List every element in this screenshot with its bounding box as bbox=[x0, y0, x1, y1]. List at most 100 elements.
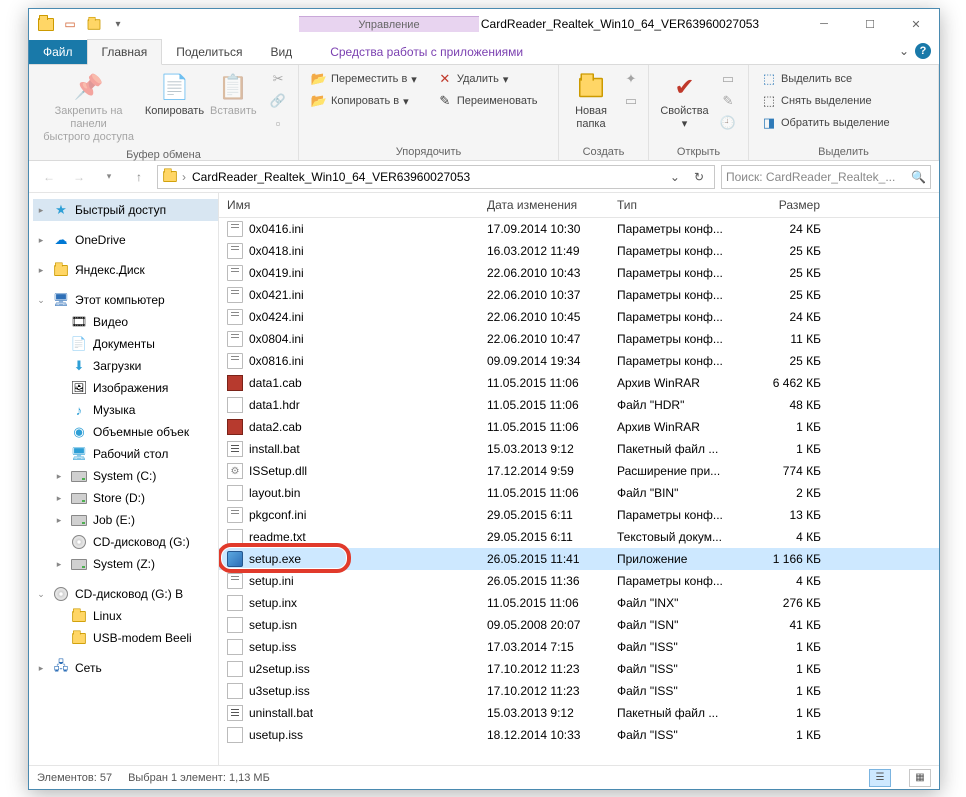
nav-thispc[interactable]: ⌄🖥Этот компьютер bbox=[33, 289, 218, 311]
delete-button[interactable]: ✕Удалить ▾ bbox=[433, 69, 542, 89]
edit-button[interactable]: ✎ bbox=[716, 91, 740, 111]
column-name[interactable]: Имя bbox=[219, 193, 479, 217]
breadcrumb-dropdown-icon[interactable]: ⌄ bbox=[664, 170, 686, 184]
nav-forward-button[interactable]: → bbox=[67, 165, 91, 189]
file-row[interactable]: install.bat15.03.2013 9:12Пакетный файл … bbox=[219, 438, 939, 460]
copy-icon: 📄 bbox=[158, 71, 190, 103]
nav-drive-c[interactable]: ▸System (C:) bbox=[33, 465, 218, 487]
nav-up-button[interactable]: ↑ bbox=[127, 165, 151, 189]
view-largeicons-button[interactable]: ▦ bbox=[909, 769, 931, 787]
file-row[interactable]: 0x0416.ini17.09.2014 10:30Параметры конф… bbox=[219, 218, 939, 240]
nav-back-button[interactable]: ← bbox=[37, 165, 61, 189]
tab-app-tools[interactable]: Средства работы с приложениями bbox=[316, 40, 537, 64]
file-row[interactable]: data1.cab11.05.2015 11:06Архив WinRAR6 4… bbox=[219, 372, 939, 394]
nav-3dobjects[interactable]: ◉Объемные объек bbox=[33, 421, 218, 443]
file-row[interactable]: pkgconf.ini29.05.2015 6:11Параметры конф… bbox=[219, 504, 939, 526]
qat-newfolder-icon[interactable] bbox=[83, 13, 105, 35]
tab-file[interactable]: Файл bbox=[29, 40, 87, 64]
nav-network[interactable]: ▸🖧Сеть bbox=[33, 657, 218, 679]
file-row[interactable]: readme.txt29.05.2015 6:11Текстовый докум… bbox=[219, 526, 939, 548]
refresh-button[interactable]: ↻ bbox=[688, 170, 710, 184]
file-row[interactable]: setup.ini26.05.2015 11:36Параметры конф.… bbox=[219, 570, 939, 592]
copy-button[interactable]: 📄 Копировать bbox=[144, 69, 204, 120]
file-row[interactable]: uninstall.bat15.03.2013 9:12Пакетный фай… bbox=[219, 702, 939, 724]
selectall-button[interactable]: ⬚Выделить все bbox=[757, 69, 894, 89]
file-row[interactable]: u3setup.iss17.10.2012 11:23Файл "ISS"1 К… bbox=[219, 680, 939, 702]
nav-drive-d[interactable]: ▸Store (D:) bbox=[33, 487, 218, 509]
file-row[interactable]: data1.hdr11.05.2015 11:06Файл "HDR"48 КБ bbox=[219, 394, 939, 416]
ribbon-chevron-icon[interactable]: ⌄ bbox=[899, 44, 909, 58]
drive-icon bbox=[71, 468, 87, 484]
file-row[interactable]: 0x0424.ini22.06.2010 10:45Параметры конф… bbox=[219, 306, 939, 328]
newfolder-button[interactable]: Новая папка bbox=[567, 69, 615, 133]
column-type[interactable]: Тип bbox=[609, 193, 739, 217]
file-row[interactable]: 0x0816.ini09.09.2014 19:34Параметры конф… bbox=[219, 350, 939, 372]
cut-button[interactable]: ✂ bbox=[266, 69, 290, 89]
file-row[interactable]: data2.cab11.05.2015 11:06Архив WinRAR1 К… bbox=[219, 416, 939, 438]
file-icon bbox=[227, 441, 243, 457]
file-row[interactable]: 0x0419.ini22.06.2010 10:43Параметры конф… bbox=[219, 262, 939, 284]
breadcrumb-folder[interactable]: CardReader_Realtek_Win10_64_VER639600270… bbox=[190, 170, 472, 184]
view-details-button[interactable]: ☰ bbox=[869, 769, 891, 787]
file-date: 11.05.2015 11:06 bbox=[479, 418, 609, 436]
nav-usbmodem[interactable]: USB-modem Beeli bbox=[33, 627, 218, 649]
tab-view[interactable]: Вид bbox=[256, 40, 306, 64]
maximize-button[interactable]: ☐ bbox=[847, 9, 893, 39]
help-icon[interactable]: ? bbox=[915, 43, 931, 59]
nav-music[interactable]: ♪Музыка bbox=[33, 399, 218, 421]
nav-drive-z[interactable]: ▸System (Z:) bbox=[33, 553, 218, 575]
breadcrumb[interactable]: › CardReader_Realtek_Win10_64_VER6396002… bbox=[157, 165, 715, 189]
nav-videos[interactable]: 🎞Видео bbox=[33, 311, 218, 333]
nav-recent-button[interactable]: ▾ bbox=[97, 165, 121, 189]
properties-button[interactable]: ✔ Свойства▾ bbox=[657, 69, 712, 133]
invert-button[interactable]: ◨Обратить выделение bbox=[757, 113, 894, 133]
close-button[interactable]: ✕ bbox=[893, 9, 939, 39]
chevron-right-icon[interactable]: › bbox=[182, 170, 186, 184]
nav-quickaccess[interactable]: ▸★Быстрый доступ bbox=[33, 199, 218, 221]
column-size[interactable]: Размер bbox=[739, 193, 829, 217]
nav-downloads[interactable]: ⬇Загрузки bbox=[33, 355, 218, 377]
file-row[interactable]: setup.isn09.05.2008 20:07Файл "ISN"41 КБ bbox=[219, 614, 939, 636]
desktop-icon: 🖥 bbox=[71, 446, 87, 462]
selectnone-button[interactable]: ⬚Снять выделение bbox=[757, 91, 894, 111]
nav-cd-g[interactable]: CD-дисковод (G:) bbox=[33, 531, 218, 553]
file-date: 26.05.2015 11:36 bbox=[479, 572, 609, 590]
qat-customize-icon[interactable]: ▾ bbox=[107, 13, 129, 35]
file-row[interactable]: usetup.iss18.12.2014 10:33Файл "ISS"1 КБ bbox=[219, 724, 939, 746]
file-row[interactable]: setup.iss17.03.2014 7:15Файл "ISS"1 КБ bbox=[219, 636, 939, 658]
file-row[interactable]: 0x0418.ini16.03.2012 11:49Параметры конф… bbox=[219, 240, 939, 262]
search-input[interactable]: Поиск: CardReader_Realtek_... 🔍 bbox=[721, 165, 931, 189]
file-row[interactable]: setup.inx11.05.2015 11:06Файл "INX"276 К… bbox=[219, 592, 939, 614]
rename-button[interactable]: ✎Переименовать bbox=[433, 91, 542, 111]
easyaccess-button[interactable]: ▭ bbox=[619, 91, 643, 111]
file-row[interactable]: 0x0421.ini22.06.2010 10:37Параметры конф… bbox=[219, 284, 939, 306]
nav-pictures[interactable]: 🖼Изображения bbox=[33, 377, 218, 399]
nav-linux[interactable]: Linux bbox=[33, 605, 218, 627]
tab-share[interactable]: Поделиться bbox=[162, 40, 256, 64]
nav-yandex[interactable]: ▸Яндекс.Диск bbox=[33, 259, 218, 281]
copypath-button[interactable]: 🔗 bbox=[266, 91, 290, 111]
file-row[interactable]: layout.bin11.05.2015 11:06Файл "BIN"2 КБ bbox=[219, 482, 939, 504]
nav-cd-g-b[interactable]: ⌄CD-дисковод (G:) B bbox=[33, 583, 218, 605]
tab-home[interactable]: Главная bbox=[87, 39, 163, 65]
copyto-button[interactable]: 📂Копировать в ▾ bbox=[307, 91, 421, 111]
open-button[interactable]: ▭ bbox=[716, 69, 740, 89]
file-row[interactable]: 0x0804.ini22.06.2010 10:47Параметры конф… bbox=[219, 328, 939, 350]
qat-properties-icon[interactable]: ▭ bbox=[59, 13, 81, 35]
moveto-button[interactable]: 📂Переместить в ▾ bbox=[307, 69, 421, 89]
nav-onedrive[interactable]: ▸☁OneDrive bbox=[33, 229, 218, 251]
newitem-button[interactable]: ✦ bbox=[619, 69, 643, 89]
file-row[interactable]: ISSetup.dll17.12.2014 9:59Расширение при… bbox=[219, 460, 939, 482]
pin-quickaccess-button[interactable]: 📌 Закрепить на панели быстрого доступа bbox=[37, 69, 140, 147]
history-button[interactable]: 🕘 bbox=[716, 113, 740, 133]
file-row[interactable]: setup.exe26.05.2015 11:41Приложение1 166… bbox=[219, 548, 939, 570]
nav-desktop[interactable]: 🖥Рабочий стол bbox=[33, 443, 218, 465]
paste-button[interactable]: 📋 Вставить bbox=[209, 69, 258, 120]
nav-drive-e[interactable]: ▸Job (E:) bbox=[33, 509, 218, 531]
minimize-button[interactable]: ─ bbox=[801, 9, 847, 39]
nav-documents[interactable]: 📄Документы bbox=[33, 333, 218, 355]
file-size: 24 КБ bbox=[739, 220, 829, 238]
pasteshortcut-button[interactable]: ▫ bbox=[266, 113, 290, 133]
column-date[interactable]: Дата изменения bbox=[479, 193, 609, 217]
file-row[interactable]: u2setup.iss17.10.2012 11:23Файл "ISS"1 К… bbox=[219, 658, 939, 680]
